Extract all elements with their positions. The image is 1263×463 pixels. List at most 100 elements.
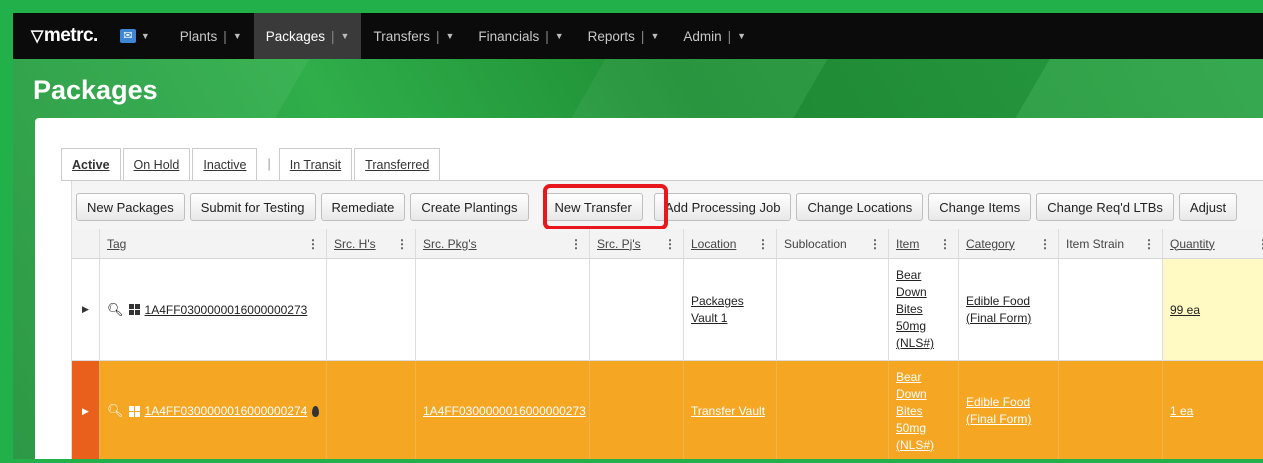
package-tag-link[interactable]: 1A4FF0300000016000000273 — [145, 303, 308, 317]
location-cell: Transfer Vault — [684, 361, 777, 459]
chevron-down-icon: ▼ — [737, 31, 747, 41]
src-package-link[interactable]: 1A4FF0300000016000000273 — [423, 404, 586, 418]
col-location[interactable]: Location ⋮ — [684, 229, 777, 258]
quantity-cell: 99 ea — [1163, 259, 1263, 360]
category-link[interactable]: Edible Food — [966, 394, 1031, 411]
col-src-projects[interactable]: Src. Pj's ⋮ — [590, 229, 684, 258]
col-item-strain[interactable]: Item Strain ⋮ — [1059, 229, 1163, 258]
item-cell: Bear Down Bites 50mg (NLS#) — [889, 361, 959, 459]
location-link[interactable]: Transfer Vault — [691, 404, 765, 418]
col-sublocation[interactable]: Sublocation ⋮ — [777, 229, 889, 258]
row-expander[interactable]: ▶ — [72, 259, 100, 360]
row-expander[interactable]: ▶ — [72, 361, 100, 459]
quantity-cell: 1 ea — [1163, 361, 1263, 459]
tab-inactive[interactable]: Inactive — [192, 148, 258, 180]
nav-admin[interactable]: Admin | ▼ — [671, 13, 758, 59]
new-packages-button[interactable]: New Packages — [76, 193, 185, 221]
search-icon[interactable]: 🔍︎ — [107, 403, 124, 419]
column-menu-icon[interactable]: ⋮ — [1143, 237, 1155, 251]
col-tag[interactable]: Tag ⋮ — [100, 229, 327, 258]
create-plantings-button[interactable]: Create Plantings — [410, 193, 529, 221]
item-link[interactable]: Bear Down Bites 50mg (NLS#) — [896, 267, 934, 352]
mail-icon: ✉ — [119, 29, 136, 43]
nav-packages[interactable]: Packages | ▼ — [253, 13, 362, 59]
item-strain-cell — [1059, 361, 1163, 459]
change-locations-button[interactable]: Change Locations — [796, 193, 924, 221]
packages-panel: Active On Hold Inactive | In Transit Tra… — [35, 118, 1263, 459]
src-harvests-cell — [327, 259, 416, 360]
location-cell: Packages Vault 1 — [684, 259, 777, 360]
tab-bar: Active On Hold Inactive | In Transit Tra… — [61, 148, 442, 180]
col-item[interactable]: Item ⋮ — [889, 229, 959, 258]
grid-icon[interactable] — [128, 405, 140, 417]
col-src-harvests[interactable]: Src. H's ⋮ — [327, 229, 416, 258]
tab-in-transit[interactable]: In Transit — [278, 148, 353, 180]
adjust-button[interactable]: Adjust — [1178, 193, 1238, 221]
col-src-packages[interactable]: Src. Pkg's ⋮ — [416, 229, 590, 258]
tag-cell: 🔍︎ 1A4FF0300000016000000274 — [100, 361, 327, 459]
nav-plants[interactable]: Plants | ▼ — [168, 13, 254, 59]
grid-icon[interactable] — [128, 304, 140, 315]
sublocation-cell — [777, 361, 889, 459]
top-nav: ▽ metrc. ✉ ▼ Plants | ▼ Packages | ▼ Transfer… — [13, 13, 1263, 59]
chevron-down-icon: ▼ — [232, 31, 242, 41]
expand-arrow-icon[interactable]: ▶ — [82, 304, 89, 315]
logo-mark-icon: ▽ — [31, 28, 43, 45]
packages-table: Tag ⋮ Src. H's ⋮ Src. Pkg's ⋮ Src. Pj's ⋮ Lo… — [72, 229, 1263, 459]
app-frame: ▽ metrc. ✉ ▼ Plants | ▼ Packages | ▼ Transfer… — [13, 13, 1263, 459]
droplet-icon — [312, 405, 319, 417]
change-items-button[interactable]: Change Items — [928, 193, 1032, 221]
location-link[interactable]: Packages — [691, 293, 744, 310]
src-harvests-cell — [327, 361, 416, 459]
sublocation-cell — [777, 259, 889, 360]
src-packages-cell: 1A4FF0300000016000000273 — [416, 361, 590, 459]
chevron-down-icon: ▼ — [340, 31, 350, 41]
messages-menu[interactable]: ✉ ▼ — [119, 29, 150, 43]
tag-cell: 🔍︎ 1A4FF0300000016000000273 — [100, 259, 327, 360]
quantity-link[interactable]: 99 ea — [1170, 303, 1200, 317]
col-category[interactable]: Category ⋮ — [959, 229, 1059, 258]
expander-header — [72, 229, 100, 258]
item-link[interactable]: Bear Down Bites 50mg (NLS#) — [896, 369, 934, 454]
quantity-link[interactable]: 1 ea — [1170, 404, 1193, 418]
tab-on-hold[interactable]: On Hold — [122, 148, 191, 180]
nav-financials[interactable]: Financials | ▼ — [466, 13, 575, 59]
column-menu-icon[interactable]: ⋮ — [869, 237, 881, 251]
packages-grid: New Packages Submit for Testing Remediat… — [71, 181, 1263, 459]
change-reqd-ltbs-button[interactable]: Change Req'd LTBs — [1036, 193, 1174, 221]
src-projects-cell — [590, 259, 684, 360]
chevron-down-icon: ▼ — [445, 31, 455, 41]
nav-transfers[interactable]: Transfers | ▼ — [361, 13, 466, 59]
item-strain-cell — [1059, 259, 1163, 360]
chevron-down-icon: ▼ — [554, 31, 564, 41]
src-packages-cell — [416, 259, 590, 360]
item-cell: Bear Down Bites 50mg (NLS#) — [889, 259, 959, 360]
column-menu-icon[interactable]: ⋮ — [307, 237, 319, 251]
nav-reports[interactable]: Reports | ▼ — [576, 13, 672, 59]
chevron-down-icon: ▼ — [650, 31, 660, 41]
tab-separator: | — [267, 157, 271, 171]
column-menu-icon[interactable]: ⋮ — [1257, 237, 1263, 251]
remediate-button[interactable]: Remediate — [320, 193, 406, 221]
tab-transferred[interactable]: Transferred — [354, 148, 441, 180]
expand-arrow-icon[interactable]: ▶ — [82, 406, 89, 417]
package-tag-link[interactable]: 1A4FF0300000016000000274 — [145, 404, 308, 418]
category-link[interactable]: Edible Food — [966, 293, 1031, 310]
column-menu-icon[interactable]: ⋮ — [1039, 237, 1051, 251]
category-cell: Edible Food (Final Form) — [959, 259, 1059, 360]
col-quantity[interactable]: Quantity ⋮ — [1163, 229, 1263, 258]
column-menu-icon[interactable]: ⋮ — [757, 237, 769, 251]
tab-active[interactable]: Active — [61, 148, 121, 180]
chevron-down-icon: ▼ — [140, 31, 150, 41]
column-menu-icon[interactable]: ⋮ — [570, 237, 582, 251]
column-menu-icon[interactable]: ⋮ — [396, 237, 408, 251]
table-row[interactable]: ▶ 🔍︎ 1A4FF0300000016000000273 Packages Va… — [72, 259, 1263, 361]
search-icon[interactable]: 🔍︎ — [107, 302, 124, 318]
new-transfer-highlight — [543, 184, 668, 230]
add-processing-job-button[interactable]: Add Processing Job — [653, 193, 792, 221]
table-row-selected[interactable]: ▶ 🔍︎ 1A4FF0300000016000000274 1A4FF03000… — [72, 361, 1263, 459]
submit-for-testing-button[interactable]: Submit for Testing — [189, 193, 316, 221]
column-menu-icon[interactable]: ⋮ — [664, 237, 676, 251]
metrc-logo[interactable]: ▽ metrc. — [31, 25, 98, 47]
column-menu-icon[interactable]: ⋮ — [939, 237, 951, 251]
